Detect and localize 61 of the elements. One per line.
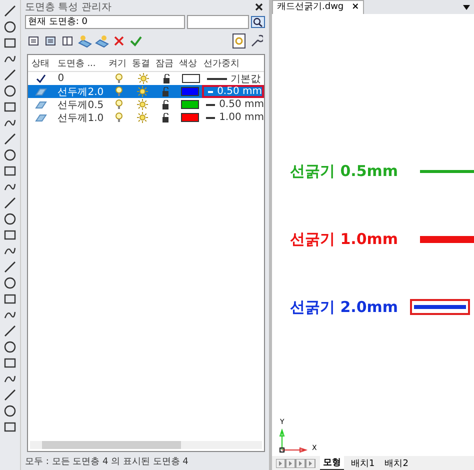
new-layer-icon[interactable] — [78, 34, 92, 48]
search-icon[interactable] — [251, 16, 265, 28]
lightbulb-icon[interactable] — [114, 112, 123, 123]
circle-icon[interactable] — [3, 84, 17, 98]
column-header[interactable]: 색상 — [176, 55, 200, 71]
column-header[interactable]: 동결 — [129, 55, 153, 71]
column-header[interactable]: 상태 — [28, 55, 54, 71]
layout-tab[interactable]: 배치1 — [348, 456, 378, 470]
layer-name: 선두께1.0 — [56, 112, 105, 124]
layer-state-icon[interactable] — [61, 34, 75, 48]
sun-icon[interactable] — [138, 73, 149, 84]
line-icon[interactable] — [3, 4, 17, 18]
layer-name: 선두께2.0 — [56, 86, 105, 98]
drawing-label: 선굵기 1.0mm — [290, 230, 400, 248]
donut-icon[interactable] — [3, 212, 17, 226]
drawing-label: 선굵기 0.5mm — [290, 162, 400, 180]
layout-tab[interactable]: 모형 — [320, 456, 344, 470]
column-header[interactable]: 잠금 — [152, 55, 176, 71]
sun-icon[interactable] — [137, 112, 148, 123]
lineweight-cell[interactable]: 0.50 mm — [202, 98, 264, 111]
padlock-icon[interactable] — [162, 100, 170, 110]
document-tab[interactable]: 캐드선굵기.dwg × — [272, 0, 364, 14]
checkmark-icon[interactable] — [129, 34, 143, 48]
delete-icon[interactable] — [112, 34, 126, 48]
tab-navigation-icon[interactable] — [276, 458, 316, 468]
color-swatch[interactable] — [182, 74, 200, 83]
lightbulb-icon[interactable] — [114, 99, 123, 110]
panel-title: 도면층 특성 관리자 — [25, 1, 112, 14]
lineweight-cell[interactable]: 0.50 mm — [202, 85, 264, 98]
layer-name: 선두께0.5 — [56, 98, 105, 111]
layer-row[interactable]: 0 기본값 — [28, 72, 264, 85]
color-swatch[interactable] — [181, 113, 200, 122]
layout-tab[interactable]: 배치2 — [382, 456, 412, 470]
layer-state-icon[interactable] — [27, 34, 41, 48]
wrench-icon[interactable] — [249, 34, 263, 48]
padlock-icon[interactable] — [162, 112, 170, 122]
layer-name: 0 — [56, 72, 66, 85]
horizontal-scrollbar[interactable] — [30, 441, 262, 449]
new-layer-icon[interactable] — [95, 34, 109, 48]
lightbulb-icon[interactable] — [115, 73, 124, 84]
lineweight-cell[interactable]: 1.00 mm — [202, 111, 264, 124]
layer-row[interactable]: 선두께0.5 0.50 mm — [28, 98, 264, 111]
padlock-icon[interactable] — [162, 74, 171, 84]
column-header[interactable]: 도면층 ... — [53, 55, 106, 71]
drawing-label: 선굵기 2.0mm — [290, 298, 400, 316]
layer-state-icon[interactable] — [44, 34, 58, 48]
color-swatch[interactable] — [181, 87, 200, 96]
layer-row[interactable]: 선두께2.0 0.50 mm — [28, 85, 264, 98]
lightbulb-icon[interactable] — [114, 86, 123, 97]
column-header[interactable]: 켜기 — [106, 55, 130, 71]
layer-row[interactable]: 선두께1.0 1.00 mm — [28, 111, 264, 124]
close-icon[interactable] — [255, 3, 263, 11]
dropdown-icon[interactable] — [463, 4, 470, 10]
search-field[interactable] — [187, 15, 249, 29]
sun-icon[interactable] — [137, 99, 148, 110]
column-header[interactable]: 선가중치 — [200, 55, 264, 71]
current-layer-field: 현재 도면층: 0 — [25, 15, 185, 29]
color-swatch[interactable] — [181, 100, 200, 109]
lineweight-cell[interactable]: 기본값 — [202, 72, 264, 85]
sun-icon[interactable] — [137, 86, 148, 97]
status-text: 모두 : 모든 도면층 4 의 표시된 도면층 4 — [24, 456, 190, 469]
